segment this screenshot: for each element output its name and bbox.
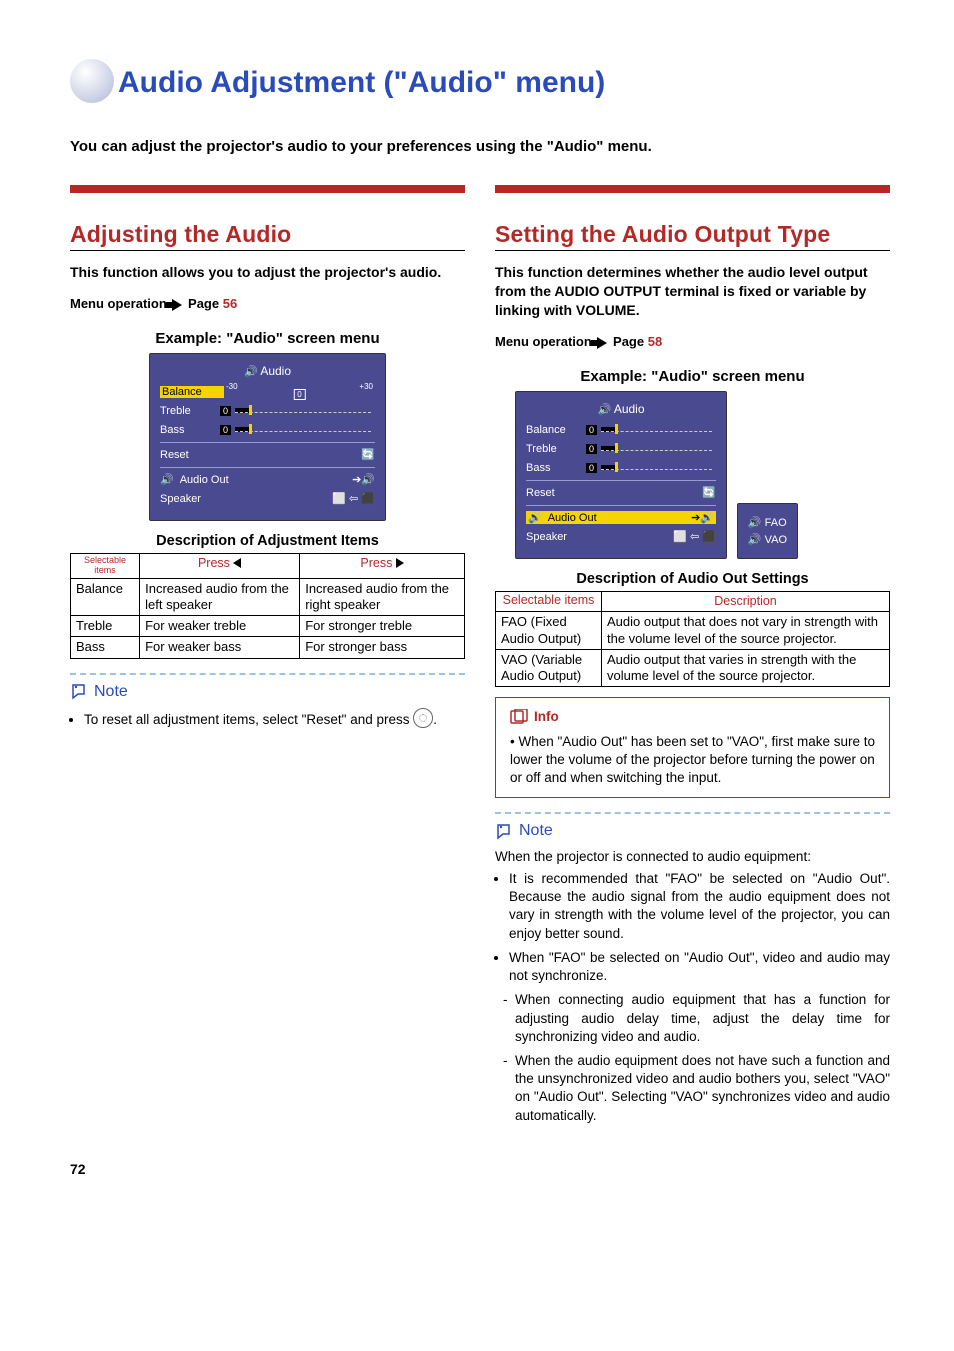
th-press-left: Press xyxy=(140,553,300,578)
osd-title: Audio xyxy=(614,402,645,416)
toggle-icon: ⬜ ⇦ ⬛ xyxy=(332,492,375,505)
note-subitem: When the audio equipment does not have s… xyxy=(515,1052,890,1125)
page-title: Audio Adjustment ("Audio" menu) xyxy=(70,65,890,103)
page-number: 72 xyxy=(70,1161,890,1177)
osd-screenshot: Audio Balance-300+30 Treble0 Bass0 Reset… xyxy=(149,353,386,521)
audio-out-icon: 🔊 xyxy=(160,473,174,486)
osd-title: Audio xyxy=(260,364,291,378)
reset-icon: 🔄 xyxy=(361,448,375,461)
arrow-right-icon xyxy=(597,335,607,350)
section-description: This function allows you to adjust the p… xyxy=(70,263,465,282)
th-description: Description xyxy=(602,591,890,612)
page-link[interactable]: 58 xyxy=(648,334,662,349)
enter-button-icon xyxy=(413,708,433,728)
popup-vao: VAO xyxy=(765,534,787,546)
title-bullet-icon xyxy=(70,59,114,103)
intro-text: You can adjust the projector's audio to … xyxy=(70,138,890,155)
info-icon xyxy=(510,709,528,725)
speaker-icon xyxy=(597,402,611,416)
table-row: Balance Increased audio from the left sp… xyxy=(71,578,465,616)
section-divider-bar xyxy=(495,185,890,193)
menu-operation-line: Menu operation Page 58 xyxy=(495,334,890,350)
adjustment-table: Selectable items Press Press Balance Inc… xyxy=(70,553,465,659)
note-header: Note xyxy=(70,681,465,703)
section-description: This function determines whether the aud… xyxy=(495,263,890,320)
osd-popup: 🔊 FAO 🔊 VAO xyxy=(737,503,798,559)
osd-row-treble: Treble xyxy=(160,405,220,417)
th-selectable: Selectable items xyxy=(71,553,140,578)
table-title: Description of Audio Out Settings xyxy=(495,571,890,587)
info-header: Info xyxy=(510,708,879,726)
dashed-separator xyxy=(70,673,465,675)
table-row: Bass For weaker bass For stronger bass xyxy=(71,637,465,658)
speaker-icon xyxy=(244,364,258,378)
right-column: Setting the Audio Output Type This funct… xyxy=(495,185,890,1131)
note-subitem: When connecting audio equipment that has… xyxy=(515,991,890,1046)
osd-row-audioout: Audio Out xyxy=(180,474,229,486)
osd-screenshot: Audio Balance0 Treble0 Bass0 Reset🔄 🔊Aud… xyxy=(515,391,727,559)
dashed-separator xyxy=(495,812,890,814)
popup-item-icon: 🔊 xyxy=(748,534,762,546)
note-intro: When the projector is connected to audio… xyxy=(495,848,890,866)
osd-row-treble: Treble xyxy=(526,443,586,455)
note-item: To reset all adjustment items, select "R… xyxy=(84,708,465,729)
info-item: When "Audio Out" has been set to "VAO", … xyxy=(510,734,875,785)
osd-row-balance: Balance xyxy=(160,386,224,398)
section-divider-bar xyxy=(70,185,465,193)
arrow-icon: ➔🔊 xyxy=(691,511,714,524)
osd-row-reset: Reset xyxy=(526,487,586,499)
audio-out-table: Selectable items Description FAO (Fixed … xyxy=(495,591,890,688)
osd-row-speaker: Speaker xyxy=(160,493,220,505)
osd-row-speaker: Speaker xyxy=(526,531,586,543)
th-selectable: Selectable items xyxy=(496,591,602,612)
th-press-right: Press xyxy=(300,553,465,578)
popup-item-icon: 🔊 xyxy=(748,517,762,529)
page-label: Page xyxy=(613,334,644,349)
menu-operation-label: Menu operation xyxy=(70,296,167,311)
example-label: Example: "Audio" screen menu xyxy=(495,368,890,385)
page-link[interactable]: 56 xyxy=(223,296,237,311)
osd-row-bass: Bass xyxy=(160,424,220,436)
page-title-text: Audio Adjustment ("Audio" menu) xyxy=(118,66,605,99)
info-box: Info • When "Audio Out" has been set to … xyxy=(495,697,890,798)
audio-out-icon: 🔊 xyxy=(528,511,542,524)
arrow-icon: ➔🔊 xyxy=(352,473,375,486)
triangle-left-icon xyxy=(233,558,241,568)
osd-row-balance: Balance xyxy=(526,424,586,436)
table-row: VAO (Variable Audio Output) Audio output… xyxy=(496,649,890,687)
osd-row-audioout: Audio Out xyxy=(548,512,597,524)
note-item: It is recommended that "FAO" be selected… xyxy=(509,870,890,943)
note-item: When "FAO" be selected on "Audio Out", v… xyxy=(509,949,890,985)
left-column: Adjusting the Audio This function allows… xyxy=(70,185,465,1131)
note-box: Note To reset all adjustment items, sele… xyxy=(70,681,465,730)
note-icon xyxy=(70,682,90,700)
reset-icon: 🔄 xyxy=(702,486,716,499)
table-title: Description of Adjustment Items xyxy=(70,533,465,549)
toggle-icon: ⬜ ⇦ ⬛ xyxy=(673,530,716,543)
page-label: Page xyxy=(188,296,219,311)
example-label: Example: "Audio" screen menu xyxy=(70,330,465,347)
menu-operation-line: Menu operation Page 56 xyxy=(70,296,465,312)
table-row: FAO (Fixed Audio Output) Audio output th… xyxy=(496,612,890,650)
menu-operation-label: Menu operation xyxy=(495,334,592,349)
section-heading-adjusting: Adjusting the Audio xyxy=(70,221,465,251)
arrow-right-icon xyxy=(172,297,182,312)
note-header: Note xyxy=(495,820,890,842)
note-icon xyxy=(495,822,515,840)
triangle-right-icon xyxy=(396,558,404,568)
section-heading-output-type: Setting the Audio Output Type xyxy=(495,221,890,251)
note-box: Note When the projector is connected to … xyxy=(495,820,890,1125)
table-row: Treble For weaker treble For stronger tr… xyxy=(71,616,465,637)
osd-row-bass: Bass xyxy=(526,462,586,474)
osd-row-reset: Reset xyxy=(160,449,220,461)
popup-fao: FAO xyxy=(765,517,787,529)
